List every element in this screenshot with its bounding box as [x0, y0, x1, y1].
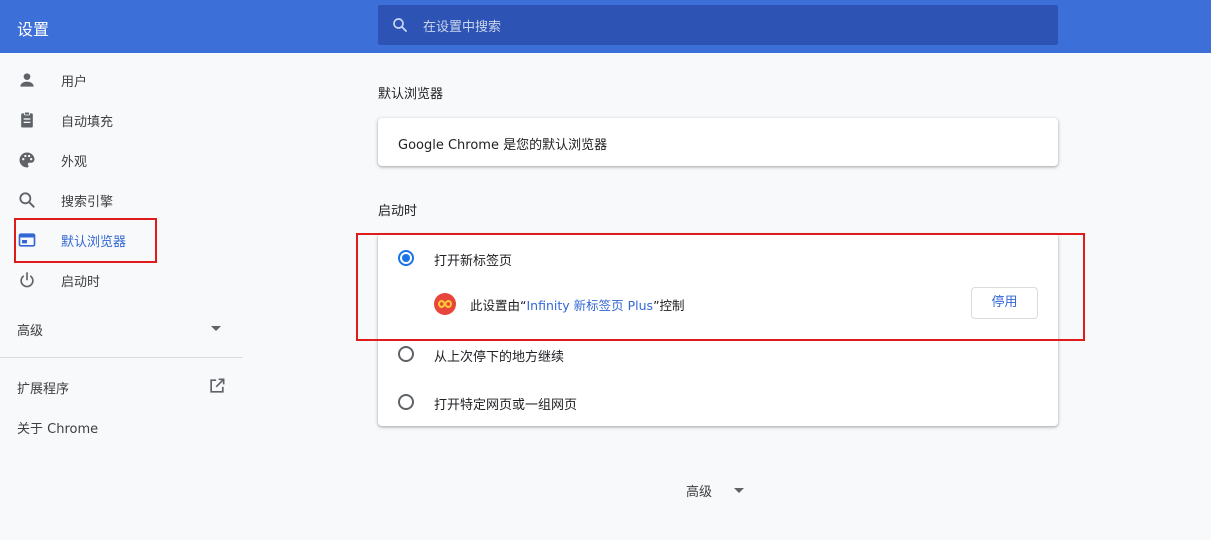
infinity-extension-icon: [434, 293, 456, 315]
page-title: 设置: [17, 20, 50, 39]
extension-name-link[interactable]: Infinity 新标签页 Plus: [526, 298, 653, 313]
sidebar-item-autofill[interactable]: 自动填充: [0, 100, 243, 140]
sidebar-item-label: 搜索引擎: [61, 195, 114, 210]
open-in-new-icon: [210, 378, 225, 393]
power-icon: [20, 272, 34, 288]
sidebar-item-on-startup[interactable]: 启动时: [0, 260, 243, 300]
sidebar-item-about-chrome[interactable]: 关于 Chrome: [0, 405, 243, 445]
clipboard-icon: [21, 111, 33, 128]
radio-open-specific-pages[interactable]: [398, 394, 414, 410]
person-icon: [20, 73, 34, 87]
search-input[interactable]: 在设置中搜索: [378, 5, 1058, 45]
radio-label-open-new-tab: 打开新标签页: [434, 254, 513, 269]
top-bar: 设置 在设置中搜索: [0, 0, 1211, 53]
disable-extension-button[interactable]: 停用: [971, 287, 1038, 319]
radio-label-continue: 从上次停下的地方继续: [434, 350, 565, 365]
sidebar-advanced-label: 高级: [17, 324, 44, 339]
sidebar-item-label: 自动填充: [61, 115, 114, 130]
sidebar-divider: [0, 357, 243, 358]
sidebar-item-extensions[interactable]: 扩展程序: [0, 365, 243, 405]
palette-icon: [19, 152, 35, 168]
browser-window-icon: [18, 233, 36, 247]
search-icon: [393, 18, 407, 32]
chevron-down-icon: [734, 488, 744, 493]
radio-continue-where-left-off[interactable]: [398, 346, 414, 362]
sidebar-item-appearance[interactable]: 外观: [0, 140, 243, 180]
sidebar: 用户 自动填充 外观 搜索引擎 默认浏览器 启动时 高级 扩展程序 关于 Chr…: [0, 53, 243, 540]
sidebar-about-label: 关于 Chrome: [17, 422, 99, 437]
search-placeholder: 在设置中搜索: [423, 20, 502, 35]
sidebar-item-label: 默认浏览器: [61, 235, 127, 250]
advanced-label: 高级: [686, 485, 713, 500]
search-icon: [19, 192, 35, 208]
sidebar-item-default-browser[interactable]: 默认浏览器: [0, 220, 243, 260]
sidebar-advanced-toggle[interactable]: 高级: [0, 309, 243, 349]
default-browser-status: Google Chrome 是您的默认浏览器: [398, 138, 608, 153]
sidebar-extensions-label: 扩展程序: [17, 382, 70, 397]
sidebar-item-label: 启动时: [61, 275, 101, 290]
chevron-down-icon: [211, 326, 221, 331]
sidebar-item-people[interactable]: 用户: [0, 60, 243, 100]
on-startup-section-title: 启动时: [378, 204, 418, 219]
radio-label-specific-pages: 打开特定网页或一组网页: [434, 398, 578, 413]
on-startup-card: 打开新标签页 此设置由“Infinity 新标签页 Plus”控制 停用 从上次…: [378, 234, 1058, 426]
radio-open-new-tab[interactable]: [398, 250, 414, 266]
controlled-prefix: 此设置由“: [470, 298, 527, 313]
default-browser-section-title: 默认浏览器: [378, 87, 444, 102]
advanced-settings-toggle[interactable]: 高级: [686, 481, 756, 501]
extension-controlled-notice: 此设置由“Infinity 新标签页 Plus”控制: [470, 295, 685, 314]
default-browser-card: Google Chrome 是您的默认浏览器: [378, 118, 1058, 166]
controlled-suffix: ”控制: [653, 298, 685, 313]
sidebar-item-search-engine[interactable]: 搜索引擎: [0, 180, 243, 220]
sidebar-item-label: 用户: [61, 75, 88, 90]
sidebar-item-label: 外观: [61, 155, 88, 170]
